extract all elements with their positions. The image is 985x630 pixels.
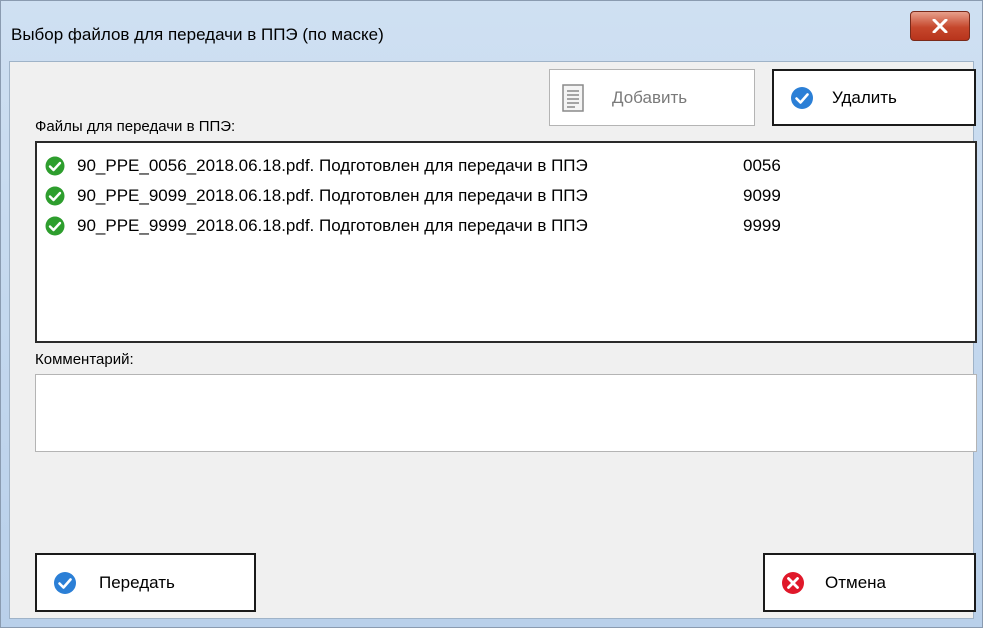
send-button-label: Передать xyxy=(99,572,175,592)
close-icon xyxy=(932,19,948,33)
dialog-client-area: Добавить Удалить Файлы для передачи в ПП… xyxy=(9,61,977,619)
files-list-label: Файлы для передачи в ППЭ: xyxy=(35,118,236,135)
window-title: Выбор файлов для передачи в ППЭ (по маск… xyxy=(11,25,384,44)
check-circle-icon xyxy=(45,156,65,176)
delete-button[interactable]: Удалить xyxy=(772,69,976,126)
document-icon xyxy=(562,83,584,112)
check-circle-icon xyxy=(790,86,814,110)
comment-field[interactable] xyxy=(35,374,977,452)
check-circle-icon xyxy=(45,216,65,236)
comment-label: Комментарий: xyxy=(35,351,134,368)
cancel-button[interactable]: Отмена xyxy=(763,553,976,612)
delete-button-label: Удалить xyxy=(832,87,897,107)
file-code: 0056 xyxy=(743,156,781,175)
close-button[interactable] xyxy=(910,11,970,41)
file-code: 9999 xyxy=(743,216,781,235)
file-name: 90_PPE_9099_2018.06.18.pdf. Подготовлен … xyxy=(77,186,588,205)
cancel-button-label: Отмена xyxy=(825,572,886,592)
file-code: 9099 xyxy=(743,186,781,205)
file-name: 90_PPE_9999_2018.06.18.pdf. Подготовлен … xyxy=(77,216,588,235)
dialog-window: Выбор файлов для передачи в ППЭ (по маск… xyxy=(0,0,983,628)
check-circle-icon xyxy=(45,186,65,206)
file-name: 90_PPE_0056_2018.06.18.pdf. Подготовлен … xyxy=(77,156,588,175)
add-button-label: Добавить xyxy=(612,87,688,107)
send-button[interactable]: Передать xyxy=(35,553,256,612)
check-circle-icon xyxy=(53,571,77,595)
list-item[interactable]: 90_PPE_0056_2018.06.18.pdf. Подготовлен … xyxy=(45,151,781,181)
cancel-icon xyxy=(781,571,805,595)
list-item[interactable]: 90_PPE_9099_2018.06.18.pdf. Подготовлен … xyxy=(45,181,781,211)
add-button[interactable]: Добавить xyxy=(549,69,755,126)
list-item[interactable]: 90_PPE_9999_2018.06.18.pdf. Подготовлен … xyxy=(45,211,781,241)
title-bar[interactable]: Выбор файлов для передачи в ППЭ (по маск… xyxy=(1,1,982,59)
files-list[interactable]: 90_PPE_0056_2018.06.18.pdf. Подготовлен … xyxy=(35,141,977,343)
